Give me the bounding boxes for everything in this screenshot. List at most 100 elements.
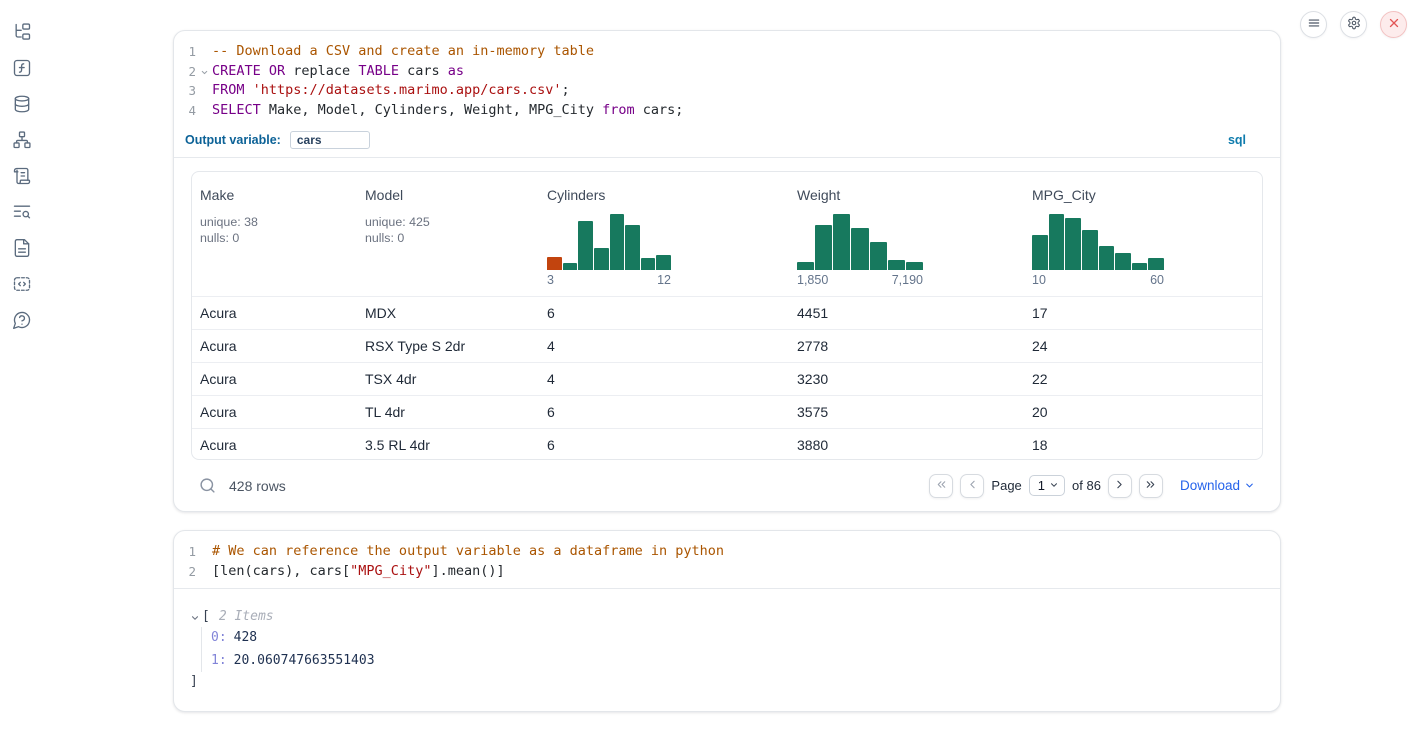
- histogram-bar[interactable]: [1082, 230, 1098, 270]
- histogram-bar[interactable]: [656, 255, 671, 270]
- data-table: Make unique: 38nulls: 0 Model unique: 425nu…: [191, 171, 1263, 460]
- code-line[interactable]: 1-- Download a CSV and create an in-memo…: [174, 42, 1280, 62]
- sql-code-editor[interactable]: 1-- Download a CSV and create an in-memo…: [174, 31, 1280, 128]
- gear-icon: [1347, 16, 1361, 33]
- histogram-bars: [797, 212, 923, 270]
- helper-panel-sidebar: [0, 0, 44, 729]
- table-cell: 17: [1024, 305, 1262, 321]
- close-button[interactable]: [1380, 11, 1407, 38]
- sidebar-item-network[interactable]: [12, 130, 32, 150]
- fold-chevron-icon[interactable]: [196, 62, 212, 77]
- sidebar-item-file-tree[interactable]: [12, 22, 32, 42]
- database-icon: [12, 94, 32, 114]
- null-count: nulls: 0: [365, 230, 531, 246]
- window-controls: [1300, 11, 1407, 38]
- code-line[interactable]: 1# We can reference the output variable …: [174, 542, 1280, 562]
- table-cell: 3880: [789, 437, 1024, 453]
- chevron-down-icon: [1049, 478, 1059, 493]
- settings-button[interactable]: [1340, 11, 1367, 38]
- output-variable-label: Output variable:: [185, 133, 281, 147]
- histogram-bar[interactable]: [888, 260, 905, 270]
- column-stats: unique: 425nulls: 0: [365, 214, 531, 246]
- histogram-bar[interactable]: [851, 228, 868, 270]
- histogram-bar[interactable]: [594, 248, 609, 270]
- code-line[interactable]: 2 [len(cars), cars["MPG_City"].mean()]: [174, 562, 1280, 582]
- code-line[interactable]: 2CREATE OR replace TABLE cars as: [174, 62, 1280, 82]
- column-name[interactable]: MPG_City: [1032, 185, 1254, 205]
- code-line[interactable]: 3FROM 'https://datasets.marimo.app/cars.…: [174, 81, 1280, 101]
- histogram-bar[interactable]: [1099, 246, 1115, 270]
- next-page-button[interactable]: [1108, 474, 1132, 498]
- histogram-bar[interactable]: [1049, 214, 1065, 270]
- histogram-bar[interactable]: [563, 263, 578, 270]
- tree-root[interactable]: [ 2 Items: [190, 609, 1280, 624]
- table-cell: 6: [539, 437, 789, 453]
- table-cell: Acura: [192, 305, 357, 321]
- column-name[interactable]: Make: [200, 185, 349, 205]
- table-cell: MDX: [357, 305, 539, 321]
- table-row[interactable]: AcuraMDX6445117: [192, 296, 1262, 329]
- sidebar-item-code-snippets[interactable]: [12, 274, 32, 294]
- histogram-bar[interactable]: [833, 214, 850, 270]
- histogram-bar[interactable]: [797, 262, 814, 270]
- tree-entry[interactable]: 1:20.060747663551403: [211, 650, 1280, 673]
- table-row[interactable]: Acura3.5 RL 4dr6388018: [192, 428, 1262, 460]
- line-number: 2: [174, 562, 196, 582]
- histogram-bar[interactable]: [641, 258, 656, 270]
- table-cell: 20: [1024, 404, 1262, 420]
- search-icon[interactable]: [199, 477, 216, 494]
- sidebar-item-help[interactable]: [12, 310, 32, 330]
- histogram-bar[interactable]: [547, 257, 562, 270]
- code-text: [len(cars), cars["MPG_City"].mean()]: [212, 562, 505, 582]
- histogram-bar[interactable]: [906, 262, 923, 270]
- table-cell: 18: [1024, 437, 1262, 453]
- sidebar-item-database[interactable]: [12, 94, 32, 114]
- histogram-bar[interactable]: [1032, 235, 1048, 270]
- histogram-bar[interactable]: [1132, 263, 1148, 270]
- open-bracket: [: [202, 609, 210, 624]
- page-select[interactable]: 1: [1029, 475, 1065, 496]
- code-snippets-icon: [12, 274, 32, 294]
- column-name[interactable]: Weight: [797, 185, 1016, 205]
- histogram-bar[interactable]: [870, 242, 887, 270]
- first-page-button[interactable]: [929, 474, 953, 498]
- language-badge[interactable]: sql: [1228, 133, 1246, 147]
- previous-page-button[interactable]: [960, 474, 984, 498]
- column-stats: unique: 38nulls: 0: [200, 214, 349, 246]
- column-name[interactable]: Model: [365, 185, 531, 205]
- output-variable-input[interactable]: [290, 131, 370, 149]
- histogram-bar[interactable]: [610, 214, 625, 270]
- column-histogram: 312: [547, 212, 671, 287]
- row-count: 428 rows: [229, 478, 286, 494]
- sidebar-item-function-square[interactable]: [12, 58, 32, 78]
- histogram-bar[interactable]: [578, 221, 593, 270]
- scroll-icon: [12, 166, 32, 186]
- table-row[interactable]: AcuraTSX 4dr4323022: [192, 362, 1262, 395]
- table-cell: Acura: [192, 437, 357, 453]
- marimo-notebook: 1-- Download a CSV and create an in-memo…: [0, 0, 1408, 729]
- column-histogram: 1,8507,190: [797, 212, 923, 287]
- column-name[interactable]: Cylinders: [547, 185, 781, 205]
- sidebar-item-scroll[interactable]: [12, 166, 32, 186]
- table-row[interactable]: AcuraRSX Type S 2dr4277824: [192, 329, 1262, 362]
- tree-entry-value: 428: [234, 630, 257, 645]
- cell-divider: [174, 157, 1280, 158]
- python-code-editor[interactable]: 1# We can reference the output variable …: [174, 531, 1280, 588]
- sql-cell: 1-- Download a CSV and create an in-memo…: [173, 30, 1281, 512]
- table-cell: 22: [1024, 371, 1262, 387]
- histogram-bar[interactable]: [625, 225, 640, 270]
- code-line[interactable]: 4SELECT Make, Model, Cylinders, Weight, …: [174, 101, 1280, 121]
- histogram-bar[interactable]: [1065, 218, 1081, 270]
- last-page-button[interactable]: [1139, 474, 1163, 498]
- download-button[interactable]: Download: [1180, 478, 1255, 494]
- histogram-bar[interactable]: [1115, 253, 1131, 270]
- sidebar-item-file-text[interactable]: [12, 238, 32, 258]
- table-cell: RSX Type S 2dr: [357, 338, 539, 354]
- histogram-bar[interactable]: [815, 225, 832, 270]
- tree-entry[interactable]: 0:428: [211, 627, 1280, 650]
- sidebar-item-text-search[interactable]: [12, 202, 32, 222]
- table-row[interactable]: AcuraTL 4dr6357520: [192, 395, 1262, 428]
- menu-button[interactable]: [1300, 11, 1327, 38]
- histogram-bar[interactable]: [1148, 258, 1164, 270]
- column-histogram: 1060: [1032, 212, 1164, 287]
